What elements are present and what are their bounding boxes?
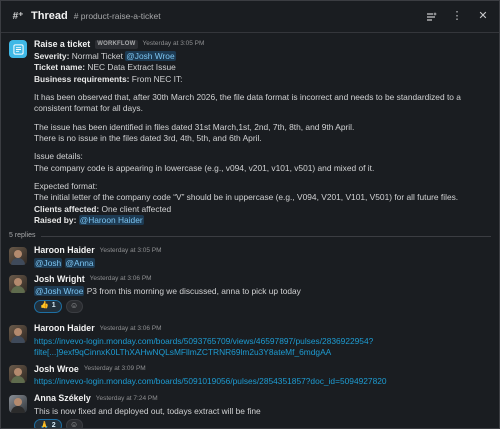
author-name[interactable]: Josh Wright bbox=[34, 274, 85, 286]
add-reaction-button[interactable]: ☺ bbox=[65, 299, 83, 313]
parent-message: Raise a ticket WORKFLOW Yesterday at 3:0… bbox=[1, 38, 499, 226]
paragraph: There is no issue in the files dated 3rd… bbox=[34, 133, 262, 144]
avatar[interactable] bbox=[9, 275, 27, 294]
more-icon[interactable]: ⋮ bbox=[451, 10, 463, 23]
message-text: This is now fixed and deployed out, toda… bbox=[34, 405, 261, 416]
pray-icon: 🙏 bbox=[40, 421, 49, 429]
reaction-count: 2 bbox=[51, 421, 56, 429]
mention[interactable]: @Josh bbox=[34, 257, 63, 268]
message-link[interactable]: https://invevo-login.monday.com/boards/5… bbox=[34, 336, 491, 347]
timestamp[interactable]: Yesterday at 3:06 PM bbox=[90, 275, 152, 284]
sparkle-sort-icon[interactable] bbox=[425, 11, 437, 23]
paragraph: It has been observed that, after 30th Ma… bbox=[34, 92, 461, 114]
add-reaction-button[interactable]: ☺ bbox=[65, 418, 83, 429]
paragraph: The issue has been identified in files d… bbox=[34, 121, 355, 132]
paragraph: The company code is appearing in lowerca… bbox=[34, 162, 375, 173]
clients-affected-value: One client affected bbox=[101, 203, 172, 214]
business-requirements-label: Business requirements: bbox=[34, 73, 130, 84]
clients-affected-label: Clients affected: bbox=[34, 203, 100, 214]
mention[interactable]: @Anna bbox=[64, 257, 95, 268]
ticket-name-value: NEC Data Extract Issue bbox=[87, 62, 176, 73]
reply-message: Anna Székely Yesterday at 7:24 PM This i… bbox=[1, 393, 499, 429]
paragraph: Expected format: bbox=[34, 181, 98, 192]
paragraph: The initial letter of the company code “… bbox=[34, 192, 459, 203]
reply-message: Josh Wright Yesterday at 3:06 PM @Josh W… bbox=[1, 273, 499, 313]
timestamp[interactable]: Yesterday at 3:06 PM bbox=[100, 325, 162, 334]
reaction-pray[interactable]: 🙏 2 bbox=[34, 418, 62, 429]
timestamp[interactable]: Yesterday at 3:05 PM bbox=[143, 40, 205, 49]
author-name[interactable]: Haroon Haider bbox=[34, 323, 95, 335]
thread-title: Thread bbox=[31, 10, 68, 23]
thread-messages: Raise a ticket WORKFLOW Yesterday at 3:0… bbox=[1, 34, 499, 428]
reply-message: Josh Wroe Yesterday at 3:09 PM https://i… bbox=[1, 363, 499, 387]
paragraph: Issue details: bbox=[34, 151, 83, 162]
workflow-avatar[interactable] bbox=[9, 40, 27, 58]
avatar[interactable] bbox=[9, 365, 27, 384]
author-name[interactable]: Josh Wroe bbox=[34, 364, 79, 376]
message-link[interactable]: filte[...]9exf9qCinnxK0LThXAHwNQLsMFllmZ… bbox=[34, 347, 491, 358]
severity-value: Normal Ticket bbox=[71, 51, 123, 61]
message-text: P3 from this morning we discussed, anna … bbox=[86, 286, 301, 297]
add-emoji-icon: ☺ bbox=[70, 420, 79, 429]
thread-header: #⁺ Thread # product-raise-a-ticket ⋮ ✕ bbox=[1, 1, 499, 33]
avatar[interactable] bbox=[9, 394, 27, 413]
reply-message: Haroon Haider Yesterday at 3:05 PM @Josh… bbox=[1, 245, 499, 269]
avatar[interactable] bbox=[9, 246, 27, 265]
author-name[interactable]: Raise a ticket bbox=[34, 39, 90, 51]
mention[interactable]: @Josh Wroe bbox=[34, 286, 85, 297]
add-emoji-icon: ☺ bbox=[70, 300, 79, 310]
author-name[interactable]: Haroon Haider bbox=[34, 245, 95, 257]
mention[interactable]: @Haroon Haider bbox=[78, 215, 144, 226]
author-name[interactable]: Anna Székely bbox=[34, 393, 91, 405]
business-requirements-value: From NEC IT: bbox=[131, 73, 183, 84]
severity-label: Severity: bbox=[34, 51, 70, 61]
message-link[interactable]: https://invevo-login.monday.com/boards/5… bbox=[34, 376, 491, 387]
mention[interactable]: @Josh Wroe bbox=[125, 51, 176, 61]
timestamp[interactable]: Yesterday at 3:05 PM bbox=[100, 247, 162, 256]
replies-divider: 5 replies bbox=[1, 231, 499, 240]
channel-name[interactable]: # product-raise-a-ticket bbox=[74, 11, 161, 22]
reaction-thumbs-up[interactable]: 👍 1 bbox=[34, 299, 62, 313]
timestamp[interactable]: Yesterday at 3:09 PM bbox=[84, 365, 146, 374]
replies-count: 5 replies bbox=[9, 232, 36, 240]
reaction-count: 1 bbox=[51, 302, 56, 310]
ticket-name-label: Ticket name: bbox=[34, 62, 86, 73]
thumbs-up-icon: 👍 bbox=[40, 302, 49, 310]
avatar[interactable] bbox=[9, 324, 27, 343]
thread-panel: #⁺ Thread # product-raise-a-ticket ⋮ ✕ R… bbox=[0, 0, 500, 429]
reply-message: Haroon Haider Yesterday at 3:06 PM https… bbox=[1, 323, 499, 359]
raised-by-label: Raised by: bbox=[34, 215, 77, 226]
thread-icon: #⁺ bbox=[12, 10, 24, 22]
timestamp[interactable]: Yesterday at 7:24 PM bbox=[96, 395, 158, 404]
workflow-badge: WORKFLOW bbox=[95, 40, 138, 49]
close-icon[interactable]: ✕ bbox=[477, 10, 489, 23]
